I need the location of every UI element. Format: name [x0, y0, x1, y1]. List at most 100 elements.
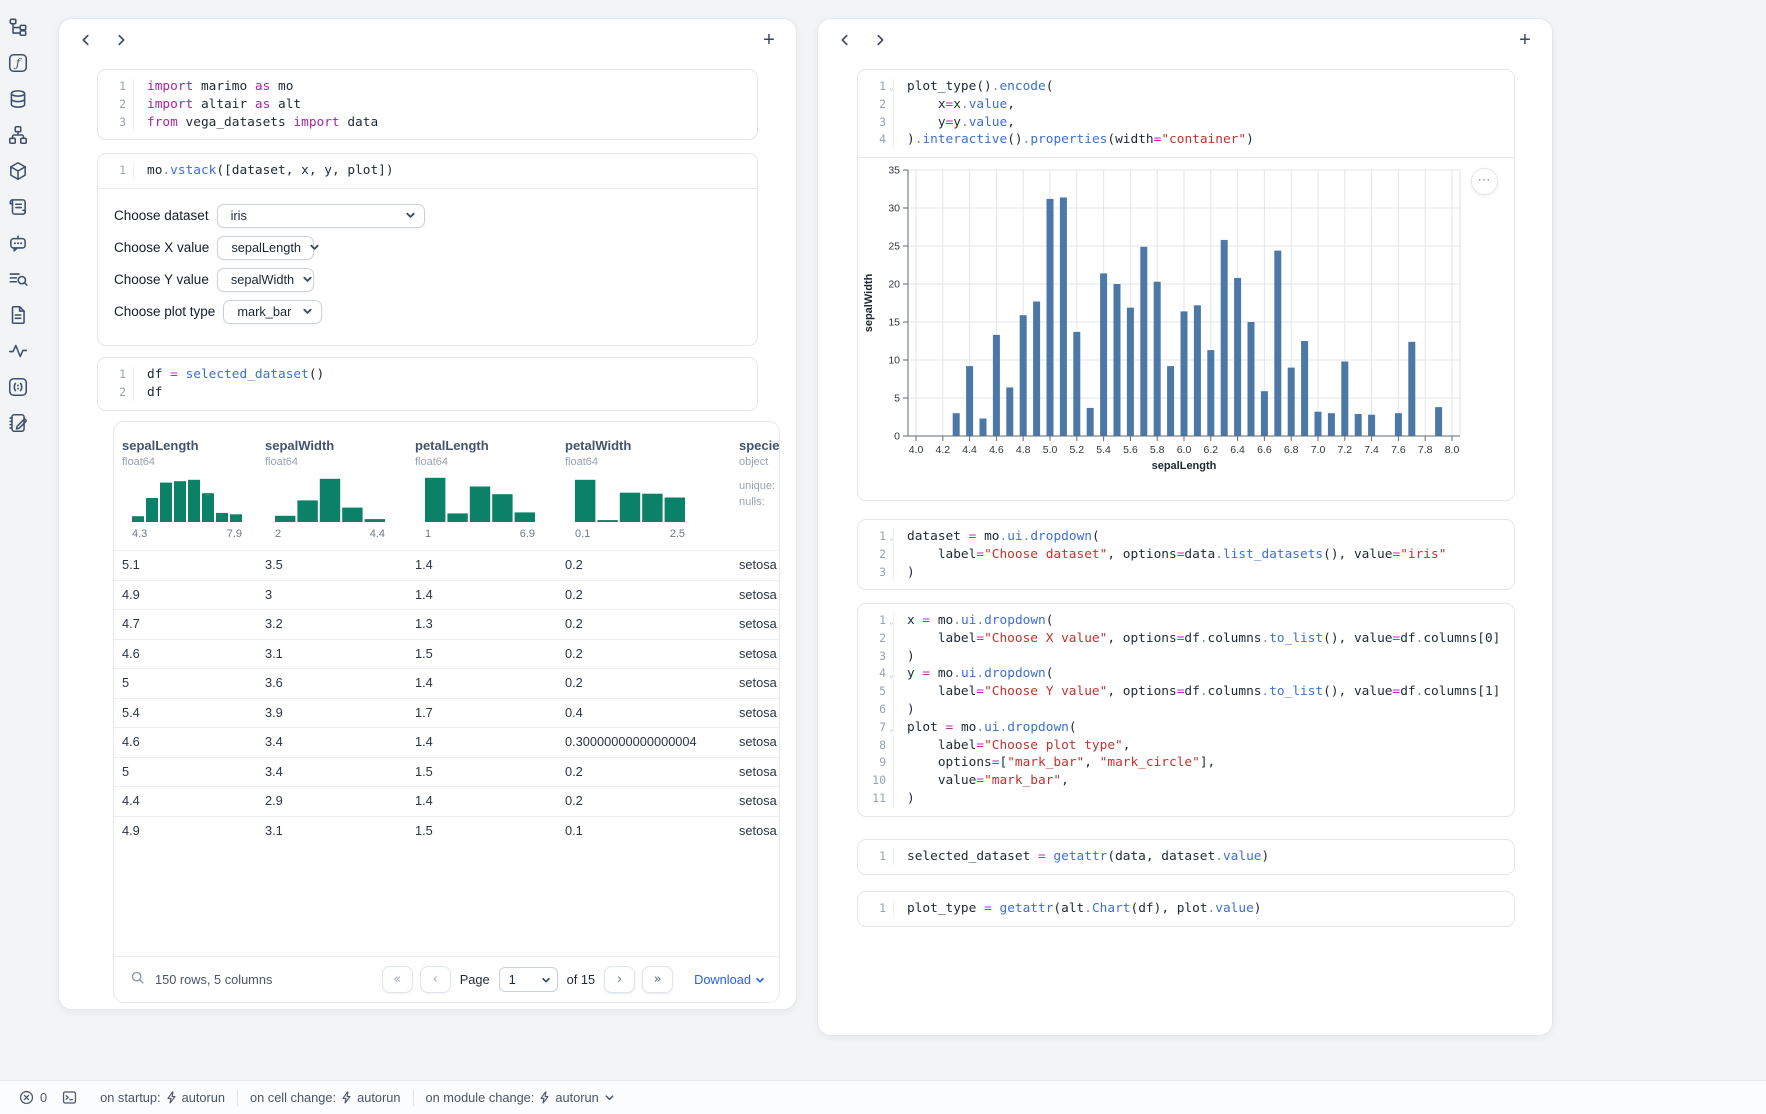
bar-chart[interactable]: 4.04.24.44.64.85.05.25.45.65.86.06.26.46… [858, 158, 1514, 494]
database-icon[interactable] [7, 88, 29, 110]
runtime-setting-on-module-change[interactable]: on module change:autorun [414, 1081, 627, 1114]
package-icon[interactable] [7, 160, 29, 182]
document-icon[interactable] [7, 304, 29, 326]
fold-chevron-icon[interactable]: ⌄ [889, 613, 894, 631]
code-cell-xy-plot-dropdowns[interactable]: 1⌄x = mo.ui.dropdown(2 label="Choose X v… [857, 603, 1515, 817]
code-editor[interactable]: 1import marimo as mo2import altair as al… [98, 70, 757, 139]
code-cell-plot-type[interactable]: 1plot_type = getattr(alt.Chart(df), plot… [857, 891, 1515, 927]
next-page-button[interactable]: › [604, 966, 635, 993]
dependency-graph-icon[interactable] [7, 124, 29, 146]
fold-chevron-icon[interactable]: ⌄ [889, 79, 894, 97]
code-cell-vstack[interactable]: 1mo.vstack([dataset, x, y, plot]) Choose… [97, 153, 758, 346]
error-count-indicator[interactable]: 0 [12, 1081, 51, 1114]
code-line[interactable]: 4⌄y = mo.ui.dropdown( [858, 665, 1514, 683]
table-row[interactable]: 5.13.51.40.2setosa [114, 550, 779, 581]
search-icon[interactable] [130, 970, 145, 990]
code-line[interactable]: 1⌄x = mo.ui.dropdown( [858, 612, 1514, 630]
table-row[interactable]: 4.93.11.50.1setosa [114, 816, 779, 847]
code-line[interactable]: 3) [858, 564, 1514, 582]
chart-output[interactable]: ⋯ 4.04.24.44.64.85.05.25.45.65.86.06.26.… [858, 158, 1514, 500]
code-line[interactable]: 11) [858, 790, 1514, 808]
column-header[interactable]: sepalWidth [265, 438, 334, 453]
first-page-button[interactable]: « [382, 966, 413, 993]
code-cell-imports[interactable]: 1import marimo as mo2import altair as al… [97, 69, 758, 140]
column-next-button[interactable] [867, 27, 893, 53]
code-line[interactable]: 1⌄dataset = mo.ui.dropdown( [858, 528, 1514, 546]
code-line[interactable]: 3 y=y.value, [858, 114, 1514, 132]
code-line[interactable]: 6) [858, 701, 1514, 719]
column-header[interactable]: petalWidth [565, 438, 631, 453]
column-prev-button[interactable] [73, 27, 99, 53]
column-prev-button[interactable] [832, 27, 858, 53]
code-cell-dataframe[interactable]: 1df = selected_dataset()2df [97, 357, 758, 411]
runtime-setting-on-cell-change[interactable]: on cell change:autorun [238, 1081, 413, 1114]
add-cell-button[interactable]: + [756, 27, 782, 53]
code-editor[interactable]: 1selected_dataset = getattr(data, datase… [858, 840, 1514, 874]
column-header[interactable]: sepalLength [122, 438, 199, 453]
code-editor[interactable]: 1plot_type = getattr(alt.Chart(df), plot… [858, 892, 1514, 926]
table-row[interactable]: 53.41.50.2setosa [114, 757, 779, 788]
fold-chevron-icon[interactable]: ⌄ [889, 720, 894, 738]
line-number: 7⌄ [858, 719, 894, 737]
table-row[interactable]: 4.73.21.30.2setosa [114, 609, 779, 640]
code-line[interactable]: 1plot_type = getattr(alt.Chart(df), plot… [858, 900, 1514, 918]
code-line[interactable]: 1df = selected_dataset() [98, 366, 757, 384]
code-cell-selected-dataset[interactable]: 1selected_dataset = getattr(data, datase… [857, 839, 1515, 875]
download-link[interactable]: Download [694, 972, 765, 987]
table-row[interactable]: 4.63.41.40.30000000000000004setosa [114, 727, 779, 758]
code-line[interactable]: 1mo.vstack([dataset, x, y, plot]) [98, 162, 757, 180]
activity-pulse-icon[interactable] [7, 340, 29, 362]
code-line[interactable]: 10 value="mark_bar", [858, 772, 1514, 790]
code-line[interactable]: 2 label="Choose dataset", options=data.l… [858, 546, 1514, 564]
code-editor[interactable]: 1⌄dataset = mo.ui.dropdown(2 label="Choo… [858, 520, 1514, 589]
table-row[interactable]: 4.63.11.50.2setosa [114, 639, 779, 670]
code-line[interactable]: 1import marimo as mo [98, 78, 757, 96]
code-editor[interactable]: 1mo.vstack([dataset, x, y, plot]) [98, 154, 757, 188]
code-line[interactable]: 9 options=["mark_bar", "mark_circle"], [858, 754, 1514, 772]
chat-bot-icon[interactable] [7, 232, 29, 254]
code-cell-plot[interactable]: 1⌄plot_type().encode(2 x=x.value,3 y=y.v… [857, 69, 1515, 501]
code-line[interactable]: 3from vega_datasets import data [98, 114, 757, 132]
code-line[interactable]: 2df [98, 384, 757, 402]
code-line[interactable]: 2import altair as alt [98, 96, 757, 114]
page-select[interactable]: 1 [499, 967, 558, 992]
code-line[interactable]: 7⌄plot = mo.ui.dropdown( [858, 719, 1514, 737]
code-line[interactable]: 2 label="Choose X value", options=df.col… [858, 630, 1514, 648]
column-header[interactable]: species [739, 438, 780, 453]
terminal-button[interactable] [51, 1081, 88, 1114]
dropdown-choose-plot-type[interactable]: mark_bar [223, 300, 322, 324]
code-editor[interactable]: 1⌄plot_type().encode(2 x=x.value,3 y=y.v… [858, 70, 1514, 157]
code-cell-dataset-dropdown[interactable]: 1⌄dataset = mo.ui.dropdown(2 label="Choo… [857, 519, 1515, 590]
column-header[interactable]: petalLength [415, 438, 489, 453]
dropdown-choose-x-value[interactable]: sepalLength [217, 236, 314, 260]
prev-page-button[interactable]: ‹ [420, 966, 451, 993]
dropdown-choose-y-value[interactable]: sepalWidth [217, 268, 314, 292]
code-line[interactable]: 3) [858, 648, 1514, 666]
code-editor[interactable]: 1⌄x = mo.ui.dropdown(2 label="Choose X v… [858, 604, 1514, 816]
code-line[interactable]: 4).interactive().properties(width="conta… [858, 131, 1514, 149]
runtime-setting-on-startup[interactable]: on startup:autorun [88, 1081, 237, 1114]
table-row[interactable]: 4.42.91.40.2setosa [114, 786, 779, 817]
scroll-icon[interactable] [7, 196, 29, 218]
last-page-button[interactable]: » [642, 966, 673, 993]
code-editor[interactable]: 1df = selected_dataset()2df [98, 358, 757, 410]
search-list-icon[interactable] [7, 268, 29, 290]
dropdown-choose-dataset[interactable]: iris [217, 204, 425, 228]
code-line[interactable]: 5 label="Choose Y value", options=df.col… [858, 683, 1514, 701]
code-line[interactable]: 8 label="Choose plot type", [858, 737, 1514, 755]
function-square-icon[interactable]: ƒ [7, 52, 29, 74]
code-line[interactable]: 1⌄plot_type().encode( [858, 78, 1514, 96]
chart-more-options-button[interactable]: ⋯ [1471, 168, 1498, 195]
add-cell-button[interactable]: + [1512, 27, 1538, 53]
table-row[interactable]: 4.931.40.2setosa [114, 580, 779, 611]
column-next-button[interactable] [108, 27, 134, 53]
file-tree-icon[interactable] [7, 16, 29, 38]
scratchpad-icon[interactable] [7, 412, 29, 434]
table-row[interactable]: 53.61.40.2setosa [114, 668, 779, 699]
fold-chevron-icon[interactable]: ⌄ [889, 666, 894, 684]
table-row[interactable]: 5.43.91.70.4setosa [114, 698, 779, 729]
code-snippet-icon[interactable] [7, 376, 29, 398]
code-line[interactable]: 1selected_dataset = getattr(data, datase… [858, 848, 1514, 866]
fold-chevron-icon[interactable]: ⌄ [889, 529, 894, 547]
code-line[interactable]: 2 x=x.value, [858, 96, 1514, 114]
